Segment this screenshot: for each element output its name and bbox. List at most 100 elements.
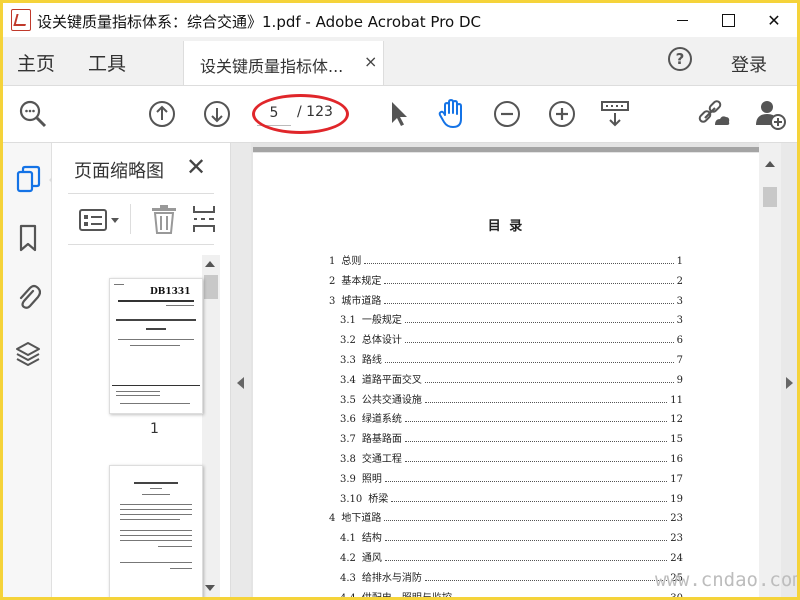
attachment-icon[interactable] <box>15 281 41 311</box>
toc-entry-number: 3.9 <box>340 473 356 485</box>
tab-home[interactable]: 主页 <box>17 49 55 76</box>
thumb-line <box>166 305 194 306</box>
document-scrollbar[interactable] <box>759 143 781 597</box>
thumb-line <box>150 488 162 489</box>
toc-entry[interactable]: 2 基本规定 2 <box>329 269 683 287</box>
page-thumbnails-panel: 页面缩略图 ✕ DB1331 1 <box>52 143 231 597</box>
toc-entry[interactable]: 1 总则 1 <box>329 249 683 267</box>
scroll-down-arrow-icon[interactable] <box>205 585 215 591</box>
toc-entry-title: 路线 <box>361 355 382 366</box>
thumb-line <box>130 345 180 346</box>
toc-entry[interactable]: 4.3 给排水与消防 25 <box>340 566 683 584</box>
toc-leader-dots <box>384 480 668 482</box>
page-thumbnails-icon[interactable] <box>15 165 41 195</box>
toc-entry-page: 3 <box>676 295 683 307</box>
collapse-left-arrow-icon[interactable] <box>237 377 244 389</box>
toc-entry[interactable]: 3 城市道路 3 <box>329 289 683 307</box>
thumbnail-scroll-thumb[interactable] <box>204 275 218 299</box>
document-view[interactable]: 目 录 1 总则 1 2 基本规定 2 3 城市道路 3 3.1 一般规定 3 3.2 总体设计 6 3.3 路… <box>251 143 781 597</box>
add-user-icon[interactable] <box>753 97 787 131</box>
toc-entry[interactable]: 4.2 通风 24 <box>340 546 683 564</box>
sign-in-link[interactable]: 登录 <box>731 51 767 77</box>
thumb-line <box>120 403 190 404</box>
toc-entry[interactable]: 3.7 路基路面 15 <box>340 427 683 445</box>
maximize-button[interactable] <box>705 3 751 37</box>
toc-entry[interactable]: 4.4 供配电、照明与监控 30 <box>340 586 683 597</box>
toc-entry[interactable]: 3.4 道路平面交叉 9 <box>340 368 683 386</box>
thumb-line <box>118 339 194 340</box>
minimize-button[interactable] <box>659 3 705 37</box>
toc-entry-number: 3.8 <box>340 454 356 465</box>
thumb-line <box>120 530 192 531</box>
toc-entry[interactable]: 3.9 照明 17 <box>340 467 683 485</box>
page-number-input[interactable] <box>257 101 291 126</box>
toc-entry[interactable]: 4.1 结构 23 <box>340 526 683 544</box>
close-window-button[interactable]: ✕ <box>751 3 797 37</box>
scroll-mode-icon[interactable] <box>599 99 631 129</box>
toc-entry[interactable]: 3.8 交通工程 16 <box>340 447 683 465</box>
insert-pages-icon[interactable] <box>192 204 216 234</box>
toc-entry-title: 城市道路 <box>341 295 382 307</box>
toc-leader-dots <box>404 322 674 324</box>
right-panel-handle[interactable] <box>781 143 797 597</box>
toc-entry-page: 16 <box>670 454 683 465</box>
thumbnail-code: DB1331 <box>150 287 191 297</box>
scroll-up-arrow-icon[interactable] <box>765 161 775 167</box>
window-title: 设关键质量指标体系：综合交通》1.pdf - Adobe Acrobat Pro… <box>37 13 482 31</box>
thumbnail-options-icon[interactable] <box>78 208 122 232</box>
page-thumbnail-1[interactable]: DB1331 <box>109 278 203 414</box>
main-toolbar: / 123 <box>3 86 797 143</box>
toc-entry-number: 4.3 <box>340 572 356 584</box>
toc-entry-page: 9 <box>676 374 683 386</box>
toc-entry[interactable]: 4 地下道路 23 <box>329 506 683 524</box>
toc-entry-number: 3.10 <box>340 493 363 505</box>
toc-entry[interactable]: 3.5 公共交通设施 11 <box>340 388 683 406</box>
tab-tools[interactable]: 工具 <box>88 49 126 76</box>
zoom-out-icon[interactable] <box>493 100 521 128</box>
select-cursor-icon[interactable] <box>387 99 411 129</box>
share-link-icon[interactable] <box>697 98 731 130</box>
search-zoom-icon[interactable] <box>17 98 49 130</box>
toc-entry[interactable]: 3.3 路线 7 <box>340 348 683 366</box>
zoom-in-icon[interactable] <box>548 100 576 128</box>
pdf-page: 目 录 1 总则 1 2 基本规定 2 3 城市道路 3 3.1 一般规定 3 3.2 总体设计 6 3.3 路… <box>253 153 759 597</box>
close-tab-button[interactable]: × <box>364 52 377 71</box>
tab-document[interactable]: 设关键质量指标体... × <box>183 41 384 85</box>
toc-entry-page: 3 <box>676 315 683 327</box>
panel-splitter[interactable] <box>231 143 251 597</box>
thumbnail-scrollbar[interactable] <box>202 255 220 597</box>
toc-entry-page: 1 <box>676 256 683 267</box>
toc-entry-number: 3.3 <box>340 355 356 366</box>
acrobat-window: 设关键质量指标体系：综合交通》1.pdf - Adobe Acrobat Pro… <box>3 3 797 597</box>
layers-icon[interactable] <box>15 339 41 369</box>
toc-entry-page: 19 <box>670 493 683 505</box>
toc-entry-page: 30 <box>670 593 683 597</box>
scroll-up-arrow-icon[interactable] <box>205 261 215 267</box>
page-thumbnail-2[interactable] <box>109 465 203 597</box>
toc-entry-page: 7 <box>676 355 683 366</box>
toc-entry[interactable]: 3.10 桥梁 19 <box>340 487 683 505</box>
previous-page-edge <box>253 147 759 152</box>
toc-entry-page: 24 <box>670 553 683 564</box>
document-tab-label: 设关键质量指标体... <box>200 57 344 76</box>
toc-entry-number: 3 <box>329 295 336 307</box>
trash-icon[interactable] <box>150 204 178 234</box>
help-icon[interactable]: ? <box>668 47 692 71</box>
toc-leader-dots <box>404 441 668 443</box>
document-scroll-thumb[interactable] <box>763 187 777 207</box>
bookmark-icon[interactable] <box>15 223 41 253</box>
toc-entry-number: 1 <box>329 256 336 267</box>
close-panel-button[interactable]: ✕ <box>186 153 206 181</box>
prev-page-icon[interactable] <box>148 100 176 128</box>
toc-entry[interactable]: 3.6 绿道系统 12 <box>340 407 683 425</box>
toc-entry-title: 通风 <box>361 553 382 564</box>
toc-title: 目 录 <box>487 219 525 234</box>
thumb-line <box>120 562 192 563</box>
toc-entry[interactable]: 3.1 一般规定 3 <box>340 308 683 326</box>
expand-right-arrow-icon[interactable] <box>786 377 793 389</box>
toc-entry[interactable]: 3.2 总体设计 6 <box>340 328 683 346</box>
hand-tool-icon[interactable] <box>436 97 468 131</box>
toc-entry-title: 总则 <box>341 256 362 267</box>
next-page-icon[interactable] <box>203 100 231 128</box>
toc-leader-dots <box>404 461 668 462</box>
